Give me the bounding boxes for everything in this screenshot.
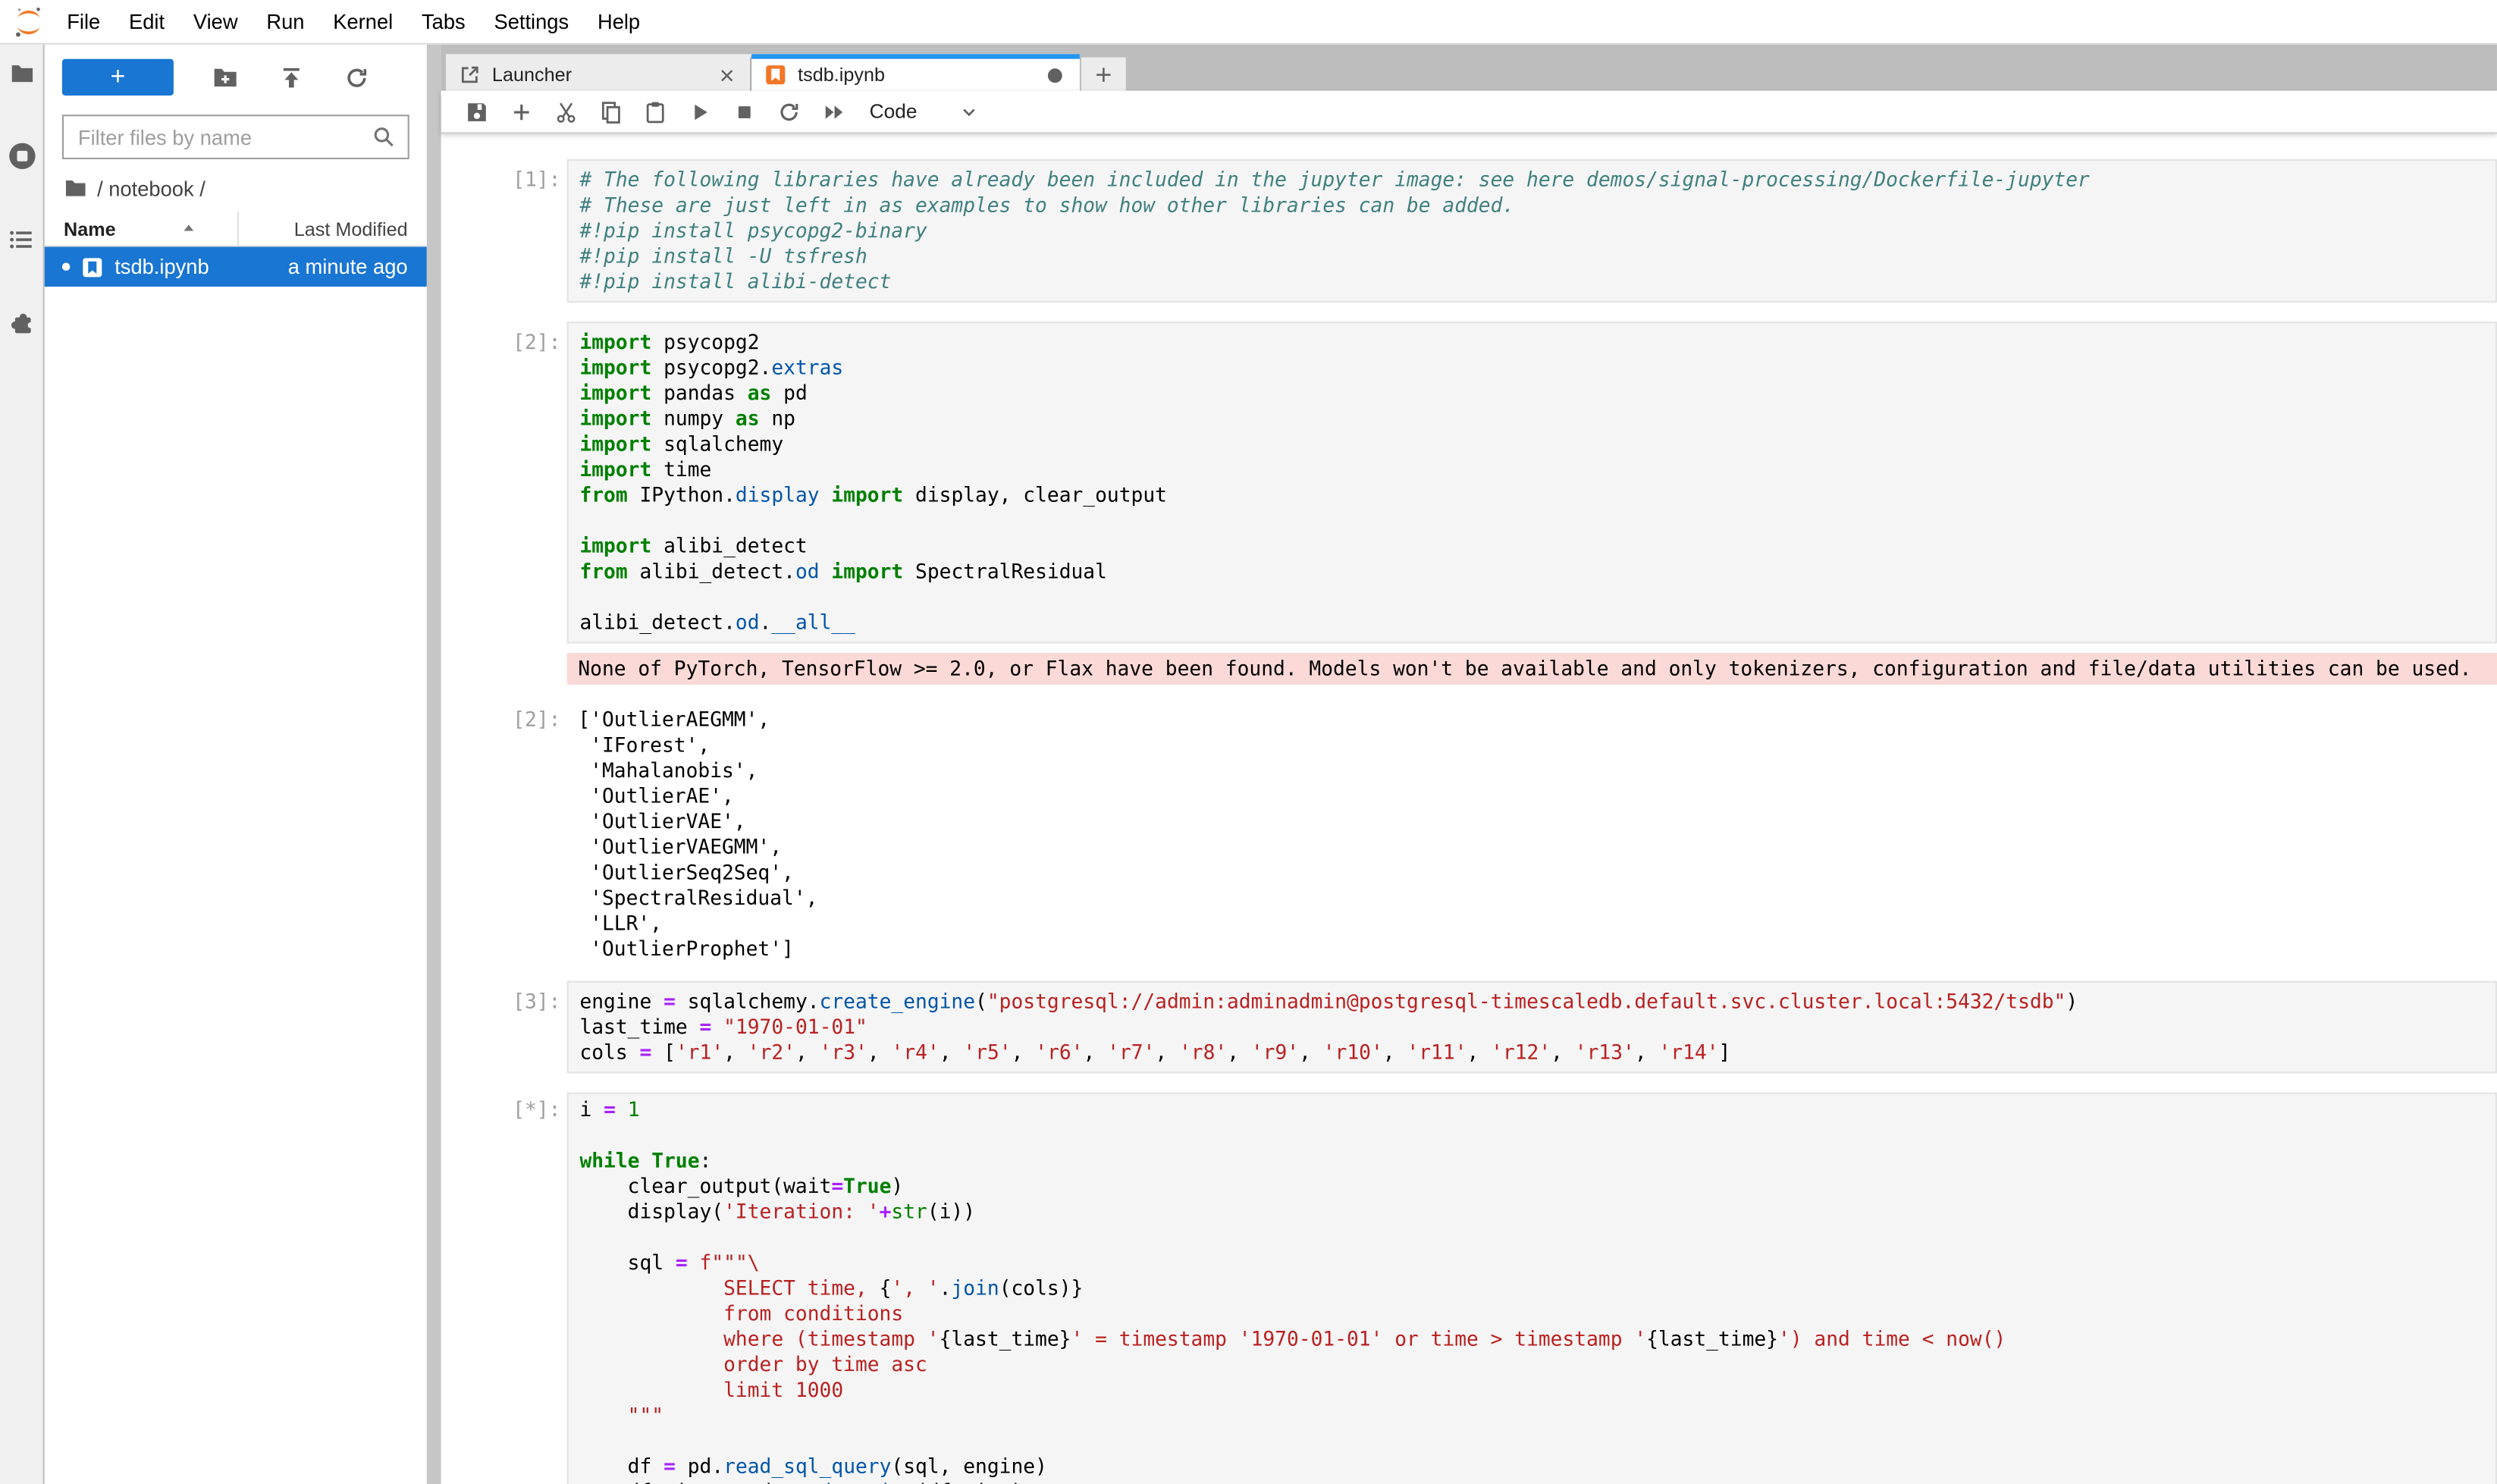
activity-extensions[interactable] bbox=[5, 306, 37, 337]
code-cell: [*]:i = 1 while True: clear_output(wait=… bbox=[513, 1093, 2497, 1484]
cell-input-prompt: [1]: bbox=[513, 159, 566, 303]
jupyter-logo bbox=[11, 4, 46, 39]
file-browser-panel: + / notebook / Name Last Modified bbox=[45, 45, 427, 1484]
save-button[interactable] bbox=[454, 94, 499, 129]
notebook-toolbar: Code bbox=[441, 91, 2497, 134]
notebook-icon bbox=[764, 64, 786, 86]
run-button[interactable] bbox=[677, 94, 722, 129]
code-cell: [3]:engine = sqlalchemy.create_engine("p… bbox=[513, 981, 2497, 1074]
chevron-down-icon[interactable] bbox=[960, 102, 977, 120]
stop-button[interactable] bbox=[721, 94, 766, 129]
menu-bar: FileEditViewRunKernelTabsSettingsHelp bbox=[0, 0, 2497, 45]
breadcrumb-path: / notebook / bbox=[97, 176, 205, 200]
tab-label: tsdb.ipynb bbox=[798, 64, 1048, 86]
file-list-header: Name Last Modified bbox=[45, 212, 427, 246]
cell-type-dropdown[interactable]: Code bbox=[870, 100, 918, 122]
paste-cell-button[interactable] bbox=[632, 94, 677, 129]
file-name: tsdb.ipynb bbox=[114, 255, 288, 279]
menu-help[interactable]: Help bbox=[583, 10, 654, 34]
activity-file-browser[interactable] bbox=[5, 58, 37, 89]
cell-input-prompt: [2]: bbox=[513, 322, 566, 643]
new-launcher-button[interactable]: + bbox=[62, 59, 174, 96]
notebook-panel: [1]:# The following libraries have alrea… bbox=[441, 133, 2497, 1484]
code-cell: [1]:# The following libraries have alrea… bbox=[513, 159, 2497, 303]
menu-edit[interactable]: Edit bbox=[114, 10, 179, 34]
sidebar-splitter[interactable] bbox=[427, 45, 441, 1484]
stderr-output: None of PyTorch, TensorFlow >= 2.0, or F… bbox=[567, 653, 2497, 685]
unsaved-changes-dot bbox=[62, 263, 71, 271]
column-header-name[interactable]: Name bbox=[45, 212, 237, 245]
launcher-icon bbox=[459, 64, 481, 86]
unsaved-changes-dot bbox=[1048, 67, 1062, 82]
restart-run-all-button[interactable] bbox=[811, 94, 855, 129]
upload-icon[interactable] bbox=[277, 64, 304, 91]
notebook-icon bbox=[81, 256, 103, 278]
cell-editor[interactable]: engine = sqlalchemy.create_engine("postg… bbox=[567, 981, 2497, 1074]
column-header-last-modified[interactable]: Last Modified bbox=[237, 212, 427, 245]
activity-running-sessions[interactable] bbox=[5, 140, 37, 172]
filter-files-input[interactable] bbox=[64, 116, 408, 158]
search-icon bbox=[371, 124, 397, 150]
breadcrumb[interactable]: / notebook / bbox=[45, 172, 427, 204]
cut-cell-button[interactable] bbox=[543, 94, 588, 129]
close-icon[interactable] bbox=[715, 64, 737, 86]
execute-result: ['OutlierAEGMM', 'IForest', 'Mahalanobis… bbox=[567, 704, 2497, 962]
filter-files-box bbox=[62, 115, 409, 159]
copy-cell-button[interactable] bbox=[588, 94, 632, 129]
menu-run[interactable]: Run bbox=[252, 10, 318, 34]
menu-file[interactable]: File bbox=[52, 10, 114, 34]
cell-input-prompt: [*]: bbox=[513, 1093, 566, 1484]
menu-view[interactable]: View bbox=[179, 10, 253, 34]
activity-bar bbox=[0, 45, 45, 1484]
cell-output: None of PyTorch, TensorFlow >= 2.0, or F… bbox=[513, 653, 2497, 685]
output-prompt-empty bbox=[513, 653, 566, 685]
new-tab-button[interactable] bbox=[1081, 58, 1126, 91]
cell-editor[interactable]: # The following libraries have already b… bbox=[567, 159, 2497, 303]
insert-cell-button[interactable] bbox=[498, 94, 543, 129]
dock-tab-bar: Launcher tsdb.ipynb bbox=[441, 45, 2497, 91]
file-browser-toolbar: + bbox=[45, 45, 427, 96]
jupyterlab-window: FileEditViewRunKernelTabsSettingsHelp + … bbox=[0, 0, 2497, 1484]
tab-launcher[interactable]: Launcher bbox=[446, 54, 751, 90]
tab-label: Launcher bbox=[492, 64, 715, 86]
menu-tabs[interactable]: Tabs bbox=[407, 10, 479, 34]
refresh-icon[interactable] bbox=[343, 64, 370, 91]
menu-settings[interactable]: Settings bbox=[480, 10, 583, 34]
tab-tsdb-ipynb[interactable]: tsdb.ipynb bbox=[751, 54, 1080, 90]
file-last-modified: a minute ago bbox=[288, 255, 427, 279]
code-cell: [2]:import psycopg2 import psycopg2.extr… bbox=[513, 322, 2497, 643]
menu-items: FileEditViewRunKernelTabsSettingsHelp bbox=[52, 0, 654, 43]
activity-table-of-contents[interactable] bbox=[5, 223, 37, 255]
menu-kernel[interactable]: Kernel bbox=[318, 10, 407, 34]
folder-icon bbox=[64, 176, 88, 200]
cell-input-prompt: [3]: bbox=[513, 981, 566, 1074]
output-prompt: [2]: bbox=[513, 704, 566, 962]
file-row-tsdb-ipynb[interactable]: tsdb.ipynb a minute ago bbox=[45, 247, 427, 287]
cell-editor[interactable]: import psycopg2 import psycopg2.extras i… bbox=[567, 322, 2497, 643]
cell-editor[interactable]: i = 1 while True: clear_output(wait=True… bbox=[567, 1093, 2497, 1484]
restart-kernel-button[interactable] bbox=[766, 94, 811, 129]
cell-output: [2]:['OutlierAEGMM', 'IForest', 'Mahalan… bbox=[513, 704, 2497, 962]
sort-ascending-icon bbox=[180, 220, 197, 237]
new-folder-icon[interactable] bbox=[212, 64, 239, 91]
